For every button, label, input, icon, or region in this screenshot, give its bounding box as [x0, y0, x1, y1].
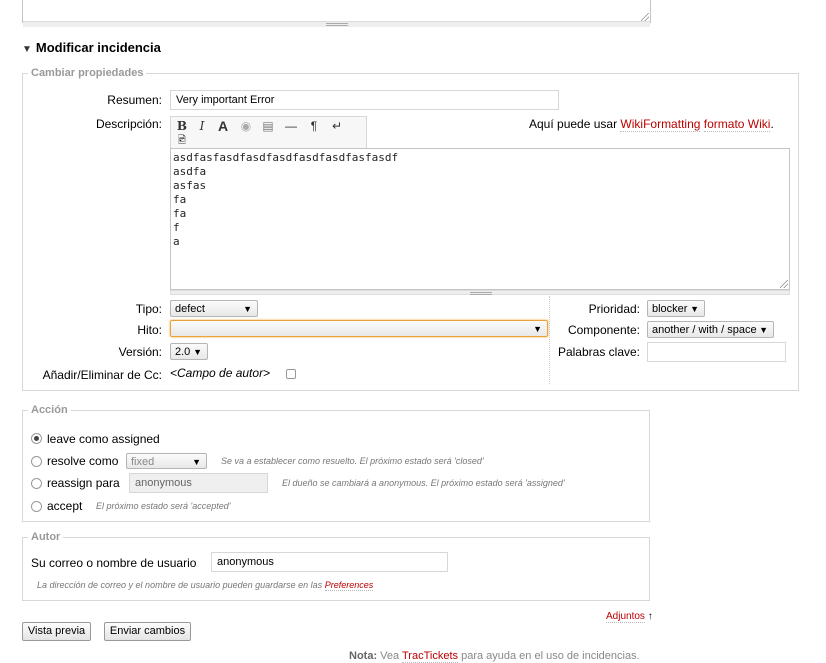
version-value: 2.0: [175, 346, 191, 358]
action-accept-radio[interactable]: [31, 501, 42, 512]
bold-icon[interactable]: B: [172, 118, 192, 134]
description-line: f: [173, 221, 180, 234]
resolve-hint: Se va a establecer como resuelto. El pró…: [221, 456, 484, 466]
wiki-hint-prefix: Aquí puede usar: [529, 117, 621, 131]
component-select[interactable]: another / with / space ▼: [647, 321, 774, 338]
description-line: a: [173, 235, 180, 248]
cc-checkbox[interactable]: [286, 369, 296, 379]
wiki-format-link[interactable]: formato Wiki: [703, 117, 771, 132]
version-label: Versión:: [118, 345, 162, 359]
resolution-select[interactable]: fixed ▼: [126, 453, 207, 469]
dropdown-arrow-icon: ▼: [192, 457, 201, 467]
cc-label: Añadir/Eliminar de Cc:: [42, 368, 162, 382]
description-line: fa: [173, 193, 187, 206]
cc-author-field: <Campo de autor>: [170, 366, 271, 380]
paragraph-icon[interactable]: ¶: [304, 118, 324, 134]
type-select[interactable]: defect ▼: [170, 300, 258, 317]
milestone-label: Hito:: [137, 323, 162, 337]
properties-legend: Cambiar propiedades: [31, 67, 144, 79]
author-hint: La dirección de correo y el nombre de us…: [37, 580, 374, 591]
component-value: another / with / space: [652, 324, 757, 336]
textarea-grip[interactable]: [23, 21, 650, 27]
modify-ticket-heading[interactable]: ▼ Modificar incidencia: [22, 40, 161, 55]
priority-label: Prioridad:: [588, 302, 640, 316]
priority-value: blocker: [652, 303, 688, 315]
keywords-label: Palabras clave:: [557, 345, 640, 359]
resize-handle-icon[interactable]: [641, 13, 649, 21]
wiki-toolbar: B I A ◉ ▤ — ¶ ↵ 🖻: [170, 116, 367, 149]
action-reassign-label[interactable]: reassign para: [47, 476, 120, 490]
submit-changes-button[interactable]: Enviar cambios: [104, 622, 191, 641]
attachments-anchor: Adjuntos ↑: [606, 611, 653, 623]
action-leave-label[interactable]: leave como assigned: [47, 432, 160, 446]
note-text: Vea: [377, 650, 402, 662]
author-label: Su correo o nombre de usuario: [31, 556, 197, 570]
hr-icon[interactable]: —: [281, 118, 301, 134]
priority-select[interactable]: blocker ▼: [647, 300, 705, 317]
description-label: Descripción:: [95, 117, 162, 131]
type-value: defect: [175, 303, 205, 315]
description-line: fa: [173, 207, 187, 220]
resolution-value: fixed: [131, 456, 155, 468]
trac-tickets-link[interactable]: TracTickets: [402, 650, 459, 663]
description-grip[interactable]: [170, 290, 790, 295]
linebreak-icon[interactable]: ↵: [327, 118, 347, 134]
dropdown-arrow-icon: ▼: [690, 304, 699, 314]
preview-button[interactable]: Vista previa: [22, 622, 91, 641]
action-accept-label[interactable]: accept: [47, 499, 82, 513]
action-legend: Acción: [31, 404, 68, 416]
image-icon[interactable]: 🖻: [172, 133, 192, 149]
summary-label: Resumen:: [107, 93, 162, 107]
type-label: Tipo:: [135, 302, 162, 316]
up-arrow-icon: ↑: [647, 611, 653, 622]
dropdown-arrow-icon: ▼: [243, 304, 252, 314]
milestone-select[interactable]: ▼: [170, 320, 548, 337]
comment-textarea[interactable]: [22, 0, 651, 27]
description-textarea[interactable]: asdfasfasdfasdfasdfasdfasdfasfasdf asdfa…: [170, 148, 790, 290]
author-hint-text: La dirección de correo y el nombre de us…: [37, 580, 325, 590]
heading-icon[interactable]: A: [213, 118, 233, 134]
summary-input[interactable]: [170, 90, 559, 110]
column-divider: [549, 296, 550, 384]
author-input[interactable]: [211, 552, 448, 572]
action-leave-radio[interactable]: [31, 433, 42, 444]
description-line: asfas: [173, 179, 207, 192]
link-icon[interactable]: ◉: [236, 118, 256, 134]
wiki-hint: Aquí puede usar WikiFormatting formato W…: [529, 117, 774, 132]
preferences-link[interactable]: Preferences: [324, 580, 374, 591]
author-legend: Autor: [31, 531, 61, 543]
dropdown-arrow-icon: ▼: [193, 347, 202, 357]
code-icon[interactable]: ▤: [258, 118, 278, 134]
description-line: asdfasfasdfasdfasdfasdfasdfasfasdf: [173, 151, 399, 164]
reassign-hint: El dueño se cambiará a anonymous. El pró…: [282, 478, 565, 488]
wiki-hint-suffix: .: [770, 117, 774, 131]
note-text-end: para ayuda en el uso de incidencias.: [458, 650, 640, 662]
component-label: Componente:: [567, 323, 640, 337]
action-reassign-radio[interactable]: [31, 478, 42, 489]
italic-icon[interactable]: I: [192, 118, 212, 134]
wiki-formatting-link[interactable]: WikiFormatting: [620, 117, 701, 132]
modify-ticket-title: Modificar incidencia: [35, 40, 161, 55]
version-select[interactable]: 2.0 ▼: [170, 343, 208, 360]
keywords-input[interactable]: [647, 342, 786, 362]
action-resolve-radio[interactable]: [31, 456, 42, 467]
dropdown-arrow-icon: ▼: [759, 325, 768, 335]
attachments-link[interactable]: Adjuntos: [606, 611, 645, 623]
action-resolve-label[interactable]: resolve como: [47, 454, 118, 468]
accept-hint: El próximo estado será 'accepted': [96, 501, 231, 511]
resize-handle-icon[interactable]: [780, 280, 788, 288]
dropdown-arrow-icon: ▼: [533, 324, 542, 334]
description-line: asdfa: [173, 165, 207, 178]
reassign-input[interactable]: [129, 473, 268, 493]
collapse-triangle-icon[interactable]: ▼: [22, 44, 32, 55]
note-prefix: Nota:: [349, 650, 378, 662]
help-note: Nota: Vea TracTickets para ayuda en el u…: [349, 650, 640, 663]
